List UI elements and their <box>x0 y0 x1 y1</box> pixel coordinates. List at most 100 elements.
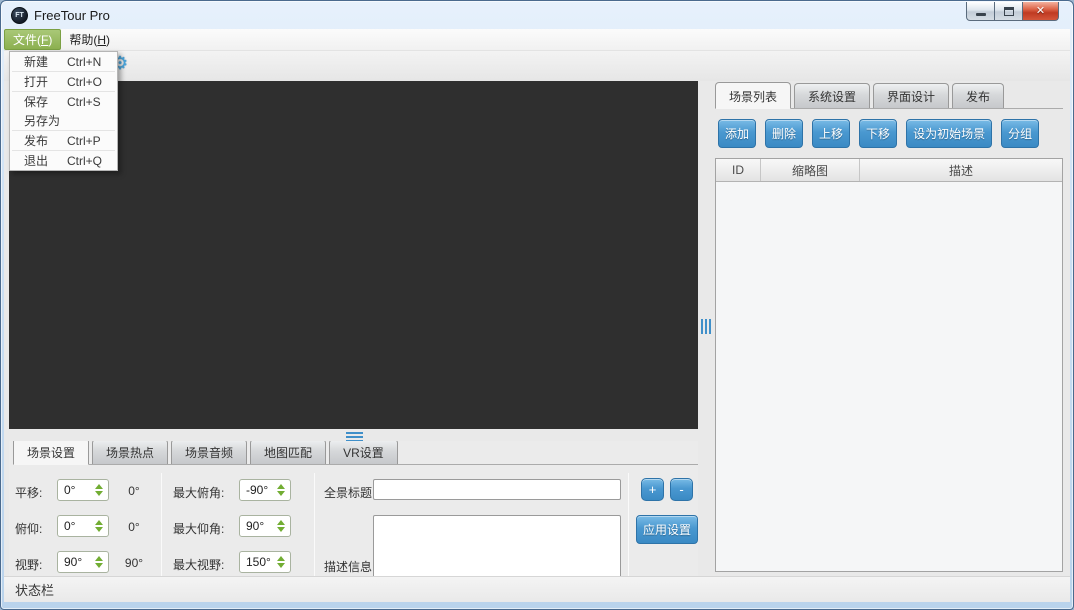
scene-list-toolbar: 添加 删除 上移 下移 设为初始场景 分组 <box>718 119 1040 148</box>
menu-item-save[interactable]: 保存 Ctrl+S <box>10 92 117 111</box>
window-title: FreeTour Pro <box>34 8 110 23</box>
maximize-icon <box>1003 6 1014 16</box>
menu-help-label-close: ) <box>106 33 111 47</box>
column-header-thumbnail[interactable]: 缩略图 <box>760 159 859 181</box>
max-fov-label: 最大视野: <box>173 558 225 572</box>
menu-item-open[interactable]: 打开 Ctrl+O <box>10 72 117 91</box>
group-button[interactable]: 分组 <box>1001 119 1040 148</box>
toolbar: ⚙ <box>4 51 1070 81</box>
maximize-button[interactable] <box>994 2 1023 21</box>
zoom-in-button[interactable]: + <box>641 478 664 501</box>
column-header-id[interactable]: ID <box>716 159 760 181</box>
scene-table-header: ID 缩略图 描述 <box>716 159 1062 182</box>
delete-scene-button[interactable]: 删除 <box>765 119 804 148</box>
max-pitch-up-label: 最大仰角: <box>173 522 225 536</box>
menu-item-exit[interactable]: 退出 Ctrl+Q <box>10 151 117 170</box>
max-fov-value: 150° <box>246 555 271 569</box>
max-pitch-up-stepper[interactable]: 90° <box>239 515 291 537</box>
tilt-label: 俯仰: <box>15 522 43 536</box>
tilt-value: 0° <box>64 519 76 533</box>
bottom-panel-tabstrip: 场景设置 场景热点 场景音频 地图匹配 VR设置 <box>13 441 698 465</box>
tab-system-settings[interactable]: 系统设置 <box>794 83 871 108</box>
max-pitch-down-stepper[interactable]: -90° <box>239 479 291 501</box>
menu-item-label: 发布 <box>24 134 49 148</box>
form-divider <box>161 473 162 576</box>
tab-ui-design[interactable]: 界面设计 <box>873 83 950 108</box>
move-up-button[interactable]: 上移 <box>812 119 851 148</box>
column-header-description[interactable]: 描述 <box>859 159 1062 181</box>
bottom-panel: 场景设置 场景热点 场景音频 地图匹配 VR设置 平移: 0° 0° 俯仰: 0… <box>9 441 698 576</box>
menu-item-label: 新建 <box>24 55 49 69</box>
scene-table: ID 缩略图 描述 <box>715 158 1063 572</box>
tilt-current-value: 0° <box>128 520 140 534</box>
tilt-stepper-arrows-icon[interactable] <box>95 520 103 532</box>
menu-item-label: 打开 <box>24 75 49 89</box>
max-pitch-down-value: -90° <box>246 483 269 497</box>
minimize-icon <box>975 13 986 16</box>
menu-item-label: 另存为 <box>24 114 61 128</box>
menu-help[interactable]: 帮助(H) <box>61 29 118 50</box>
pan-stepper[interactable]: 0° <box>57 479 109 501</box>
app-logo-icon: FT <box>11 7 28 24</box>
add-scene-button[interactable]: 添加 <box>718 119 757 148</box>
menu-item-shortcut: Ctrl+O <box>67 74 103 89</box>
set-initial-scene-button[interactable]: 设为初始场景 <box>906 119 993 148</box>
max-pitch-down-arrows-icon[interactable] <box>277 484 285 496</box>
pan-value: 0° <box>64 483 76 497</box>
menu-file-label-close: ) <box>48 33 53 47</box>
window-controls: ✕ <box>966 2 1059 21</box>
app-window: FT FreeTour Pro ✕ 文件(F) 帮助(H) ⚙ 场景列表 系统设… <box>0 0 1074 610</box>
zoom-out-button[interactable]: - <box>670 478 693 501</box>
tab-scene-hotspots[interactable]: 场景热点 <box>92 441 169 464</box>
menu-help-mnemonic: H <box>97 33 107 47</box>
menu-item-shortcut: Ctrl+S <box>67 94 101 109</box>
close-icon: ✕ <box>1035 4 1046 17</box>
menu-file[interactable]: 文件(F) <box>4 29 62 50</box>
fov-stepper-arrows-icon[interactable] <box>95 556 103 568</box>
max-pitch-up-arrows-icon[interactable] <box>277 520 285 532</box>
max-fov-stepper[interactable]: 150° <box>239 551 291 573</box>
titlebar[interactable]: FT FreeTour Pro ✕ <box>1 1 1073 29</box>
menu-item-label: 退出 <box>24 154 49 168</box>
horizontal-splitter[interactable] <box>9 429 698 442</box>
form-divider <box>628 473 629 576</box>
fov-value: 90° <box>64 555 83 569</box>
status-text: 状态栏 <box>15 583 55 598</box>
menu-item-publish[interactable]: 发布 Ctrl+P <box>10 131 117 150</box>
max-pitch-up-value: 90° <box>246 519 265 533</box>
pan-label: 平移: <box>15 486 43 500</box>
max-pitch-down-label: 最大俯角: <box>173 486 225 500</box>
tab-map-matching[interactable]: 地图匹配 <box>250 441 327 464</box>
move-down-button[interactable]: 下移 <box>859 119 898 148</box>
pano-title-label: 全景标题: <box>324 486 376 500</box>
tab-scene-settings[interactable]: 场景设置 <box>13 441 90 465</box>
description-textarea[interactable] <box>373 515 621 576</box>
menu-item-shortcut: Ctrl+P <box>67 133 101 148</box>
form-divider <box>314 473 315 576</box>
pano-title-input[interactable] <box>373 479 621 500</box>
menu-bar: 文件(F) 帮助(H) <box>4 29 1070 51</box>
file-dropdown-menu: 新建 Ctrl+N 打开 Ctrl+O 保存 Ctrl+S 另存为 发布 Ctr… <box>9 51 118 171</box>
vertical-splitter-grip-icon <box>701 319 711 334</box>
tab-scene-list[interactable]: 场景列表 <box>715 82 792 109</box>
tab-vr-settings[interactable]: VR设置 <box>329 441 398 464</box>
menu-item-shortcut: Ctrl+Q <box>67 153 103 168</box>
vertical-splitter[interactable] <box>698 81 711 576</box>
right-panel-tabstrip: 场景列表 系统设置 界面设计 发布 <box>715 82 1063 109</box>
menu-item-save-as[interactable]: 另存为 <box>10 111 117 130</box>
menu-item-label: 保存 <box>24 95 49 109</box>
menu-file-label: 文件( <box>13 33 41 47</box>
minimize-button[interactable] <box>966 2 995 21</box>
pan-stepper-arrows-icon[interactable] <box>95 484 103 496</box>
pan-current-value: 0° <box>128 484 140 498</box>
tilt-stepper[interactable]: 0° <box>57 515 109 537</box>
tab-scene-audio[interactable]: 场景音频 <box>171 441 248 464</box>
tab-publish[interactable]: 发布 <box>952 83 1005 108</box>
close-button[interactable]: ✕ <box>1022 2 1059 21</box>
menu-help-label: 帮助( <box>69 33 98 47</box>
menu-item-new[interactable]: 新建 Ctrl+N <box>10 52 117 71</box>
max-fov-arrows-icon[interactable] <box>277 556 285 568</box>
description-label: 描述信息: <box>324 560 376 574</box>
apply-settings-button[interactable]: 应用设置 <box>636 515 698 544</box>
fov-stepper[interactable]: 90° <box>57 551 109 573</box>
